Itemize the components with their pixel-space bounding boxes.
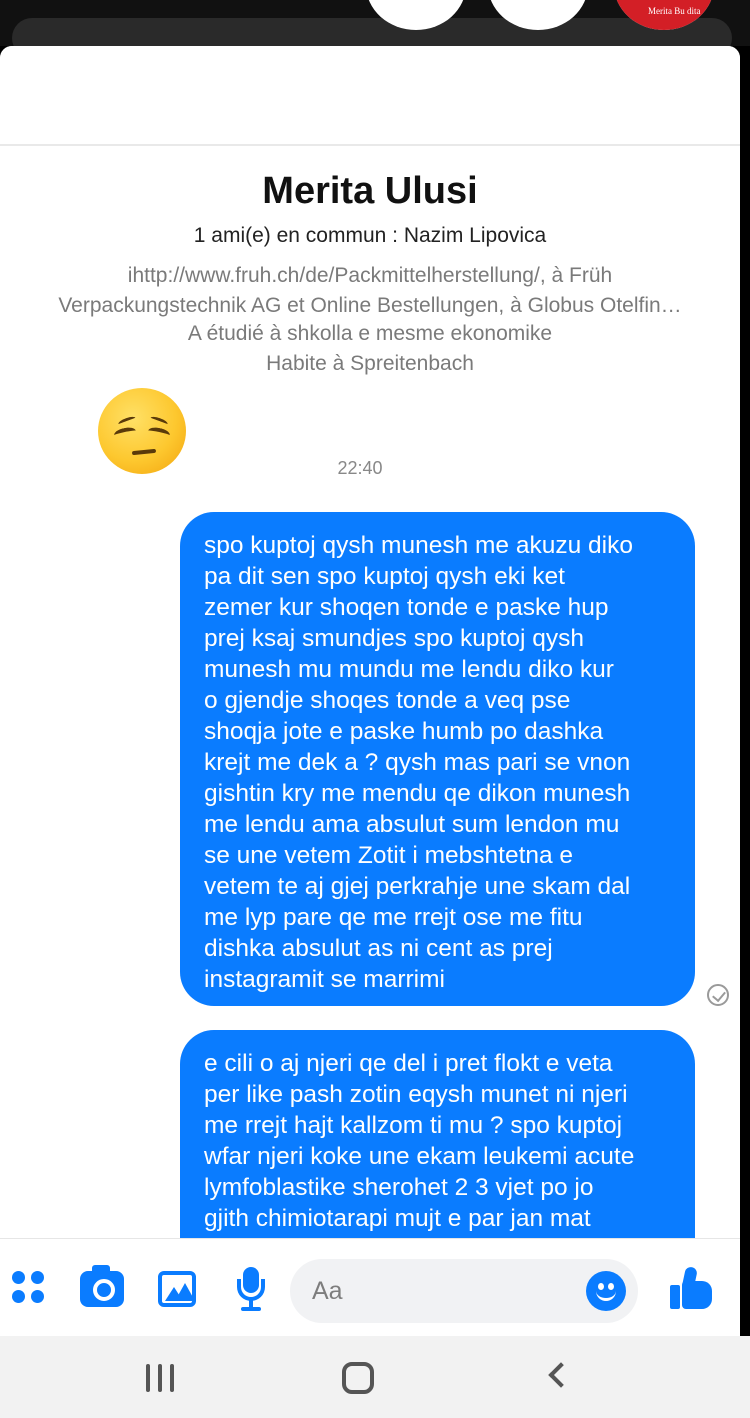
system-navigation-bar	[0, 1336, 750, 1418]
recent-apps-icon[interactable]	[146, 1364, 176, 1392]
chat-sheet: Merita Ulusi 1 ami(e) en commun : Nazim …	[0, 46, 740, 1336]
screen-edge	[740, 46, 750, 1336]
message-bubble-sent[interactable]: spo kuptoj qysh munesh me akuzu diko pa …	[180, 512, 695, 1006]
profile-name[interactable]: Merita Ulusi	[0, 170, 740, 213]
background-thumbnail-caption: Merita Bu dita	[648, 6, 701, 16]
gallery-icon[interactable]	[158, 1271, 196, 1307]
back-icon[interactable]	[548, 1362, 574, 1388]
work-info-line: ihttp://www.fruh.ch/de/Packmittelherstel…	[127, 264, 613, 287]
message-timestamp: 22:40	[337, 458, 383, 478]
mutual-friends: 1 ami(e) en commun : Nazim Lipovica	[193, 224, 547, 247]
work-info-line: Verpackungstechnik AG et Online Bestellu…	[58, 294, 682, 317]
apps-icon[interactable]	[12, 1271, 46, 1305]
education-info: A étudié à shkolla e mesme ekonomike	[187, 322, 553, 345]
home-icon[interactable]	[342, 1362, 374, 1394]
message-composer: Aa	[0, 1238, 740, 1336]
like-icon[interactable]	[668, 1265, 716, 1313]
location-info: Habite à Spreitenbach	[266, 352, 474, 375]
sent-check-icon	[707, 984, 729, 1006]
message-input-placeholder: Aa	[312, 1277, 343, 1305]
chat-header	[0, 46, 740, 146]
microphone-icon[interactable]	[236, 1267, 266, 1311]
camera-icon[interactable]	[80, 1265, 124, 1307]
message-input[interactable]: Aa	[290, 1259, 638, 1323]
emoji-icon[interactable]	[586, 1271, 626, 1311]
